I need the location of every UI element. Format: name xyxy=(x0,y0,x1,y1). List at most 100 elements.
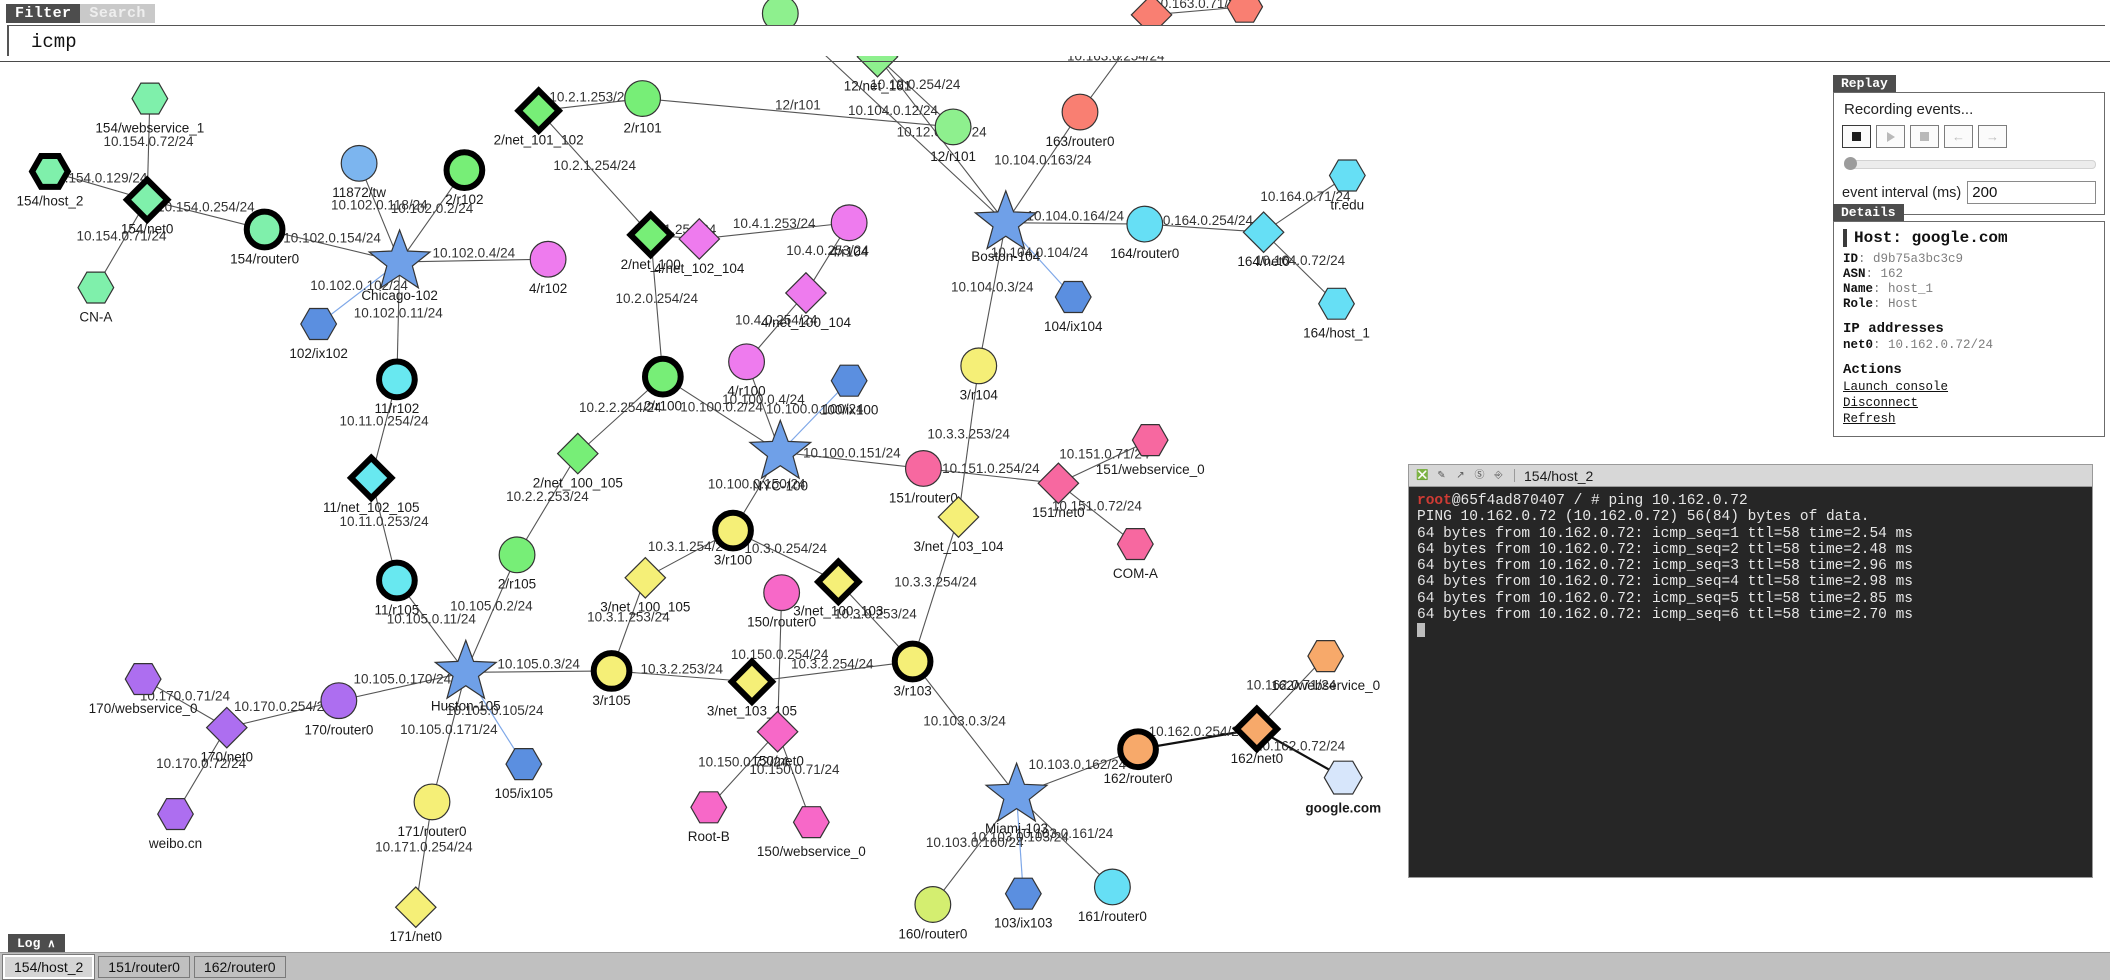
replay-progress-slider[interactable] xyxy=(1844,157,2096,170)
graph-node[interactable] xyxy=(1328,159,1366,192)
graph-node[interactable] xyxy=(394,886,437,929)
graph-node[interactable] xyxy=(300,307,338,341)
graph-node[interactable] xyxy=(830,204,868,242)
filter-bar: Filter Search icmp xyxy=(0,0,2110,62)
close-icon[interactable]: ❎ xyxy=(1416,470,1429,482)
event-interval-input[interactable]: 200 xyxy=(1967,181,2096,204)
graph-node[interactable] xyxy=(157,798,194,831)
graph-node[interactable] xyxy=(131,82,169,115)
edge-label: 10.103.0.3/24 xyxy=(923,713,1006,728)
replay-step-back-button[interactable]: ← xyxy=(1944,125,1973,148)
edit-icon[interactable]: ✎ xyxy=(1435,470,1448,482)
node-label: 170/net0 xyxy=(201,750,254,765)
graph-node[interactable] xyxy=(1054,280,1092,314)
log-toggle[interactable]: Log ∧ xyxy=(8,934,66,953)
graph-node[interactable] xyxy=(712,509,754,552)
graph-node[interactable] xyxy=(748,418,813,480)
graph-node[interactable] xyxy=(813,557,863,607)
graph-node[interactable] xyxy=(320,682,358,720)
details-value-name: host_1 xyxy=(1888,282,1934,296)
arrow-right-icon: → xyxy=(1986,129,1999,144)
graph-node[interactable] xyxy=(792,806,830,839)
graph-node[interactable] xyxy=(624,80,662,118)
graph-node[interactable] xyxy=(1093,868,1131,906)
replay-step-forward-button[interactable]: → xyxy=(1978,125,2007,148)
graph-node[interactable] xyxy=(443,149,486,191)
edge-label: 10.3.3.253/24 xyxy=(927,426,1010,441)
details-value-id: d9b75a3bc3c9 xyxy=(1873,252,1964,266)
action-launch-console[interactable]: Launch console xyxy=(1843,379,2095,395)
popout-icon[interactable]: ↗ xyxy=(1454,470,1467,482)
node-label: 163/router0 xyxy=(1045,134,1114,149)
log-tab-151-router0[interactable]: 151/router0 xyxy=(98,955,190,978)
graph-node[interactable] xyxy=(505,748,543,781)
graph-node[interactable] xyxy=(904,450,942,487)
edge-label: 10.105.0.170/24 xyxy=(354,671,452,686)
graph-node[interactable] xyxy=(914,886,952,923)
graph-node[interactable] xyxy=(1307,640,1345,673)
node-label: CN-A xyxy=(79,309,112,324)
graph-node[interactable] xyxy=(340,144,378,182)
log-tab-154-host-2[interactable]: 154/host_2 xyxy=(1,953,96,980)
reset-icon[interactable]: Ⓢ xyxy=(1473,470,1486,482)
edge-label: 10.104.0.12/24 xyxy=(848,103,939,118)
graph-node[interactable] xyxy=(376,358,418,401)
node-label: COM-A xyxy=(1113,566,1158,581)
graph-node[interactable] xyxy=(376,559,418,602)
node-label: 3/r105 xyxy=(592,693,630,708)
tab-filter[interactable]: Filter xyxy=(6,4,81,23)
graph-node[interactable] xyxy=(1037,462,1080,505)
action-refresh[interactable]: Refresh xyxy=(1843,411,2095,427)
graph-node[interactable] xyxy=(1061,93,1099,131)
details-key-net0: net0 xyxy=(1843,338,1874,352)
graph-node[interactable] xyxy=(624,556,667,599)
graph-node[interactable] xyxy=(1323,760,1363,795)
graph-node[interactable] xyxy=(28,153,72,190)
graph-node[interactable] xyxy=(960,347,998,385)
graph-node[interactable] xyxy=(529,240,567,278)
graph-node[interactable] xyxy=(830,364,868,397)
terminal-output[interactable]: root@65f4ad870407 / # ping 10.162.0.72 PI… xyxy=(1409,487,2092,647)
replay-play-button[interactable] xyxy=(1876,125,1905,148)
graph-node[interactable] xyxy=(784,271,827,314)
edge-label: 10.102.0.154/24 xyxy=(283,231,381,246)
terminal-window[interactable]: ❎ ✎ ↗ Ⓢ ⎆ 154/host_2 root@65f4ad870407 /… xyxy=(1408,464,2093,878)
graph-node[interactable] xyxy=(590,650,633,692)
filter-input[interactable]: icmp xyxy=(7,25,2105,56)
graph-node[interactable] xyxy=(642,355,684,398)
details-key-id: ID xyxy=(1843,252,1859,266)
graph-node[interactable] xyxy=(1126,205,1164,243)
graph-node[interactable] xyxy=(973,189,1038,250)
graph-node[interactable] xyxy=(556,432,599,475)
graph-node[interactable] xyxy=(1116,528,1154,561)
graph-node[interactable] xyxy=(728,343,766,381)
details-field-name: Name: host_1 xyxy=(1843,282,1934,296)
graph-node[interactable] xyxy=(626,210,676,260)
graph-node[interactable] xyxy=(690,791,728,824)
node-label: 2/net_101_102 xyxy=(494,133,584,148)
event-interval-label: event interval (ms) xyxy=(1842,184,1962,201)
node-label: 102/ix102 xyxy=(289,346,348,361)
graph-node[interactable] xyxy=(433,638,498,700)
graph-node[interactable] xyxy=(346,453,396,503)
graph-node[interactable] xyxy=(77,271,115,304)
graph-node[interactable] xyxy=(727,657,777,707)
node-label: 3/net_100_105 xyxy=(600,600,690,615)
keyboard-icon[interactable]: ⎆ xyxy=(1492,470,1505,482)
graph-node[interactable] xyxy=(243,208,286,251)
tab-search[interactable]: Search xyxy=(80,4,155,23)
graph-node[interactable] xyxy=(498,536,536,574)
replay-record-button[interactable] xyxy=(1842,125,1871,148)
edge-label: 10.164.0.254/24 xyxy=(1155,213,1253,228)
slider-knob[interactable] xyxy=(1844,157,1857,170)
graph-node[interactable] xyxy=(1318,287,1355,320)
graph-node[interactable] xyxy=(891,640,934,683)
action-disconnect[interactable]: Disconnect xyxy=(1843,395,2095,411)
graph-node[interactable] xyxy=(1117,728,1159,771)
terminal-line: 64 bytes from 10.162.0.72: icmp_seq=3 tt… xyxy=(1417,558,1913,575)
replay-stop-button[interactable] xyxy=(1910,125,1939,148)
graph-node[interactable] xyxy=(934,108,972,146)
log-tab-162-router0[interactable]: 162/router0 xyxy=(193,955,286,978)
graph-node[interactable] xyxy=(413,783,451,821)
graph-node[interactable] xyxy=(1004,877,1042,910)
